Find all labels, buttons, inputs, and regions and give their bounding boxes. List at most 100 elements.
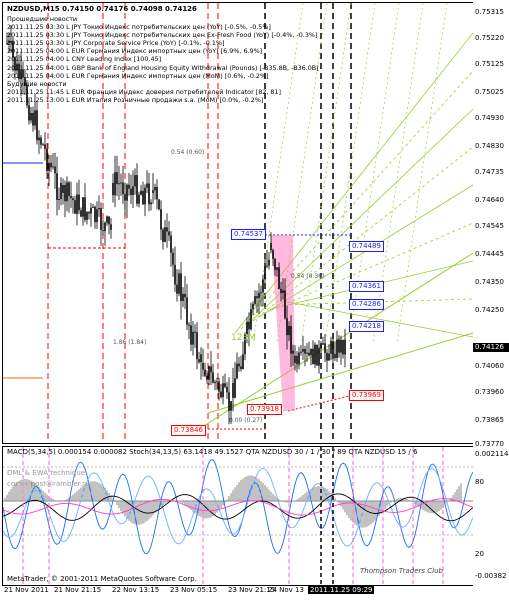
candle-body: [54, 166, 56, 174]
candle-body: [300, 351, 302, 353]
candle-body: [114, 172, 116, 196]
candle-body: [90, 207, 92, 214]
candle-body: [334, 354, 336, 358]
candle-body: [30, 112, 32, 121]
candle-body: [72, 198, 74, 201]
candle-body: [128, 184, 130, 189]
symbol-ohlc-title: NZDUSD,M15 0.74150 0.74176 0.74098 0.741…: [7, 5, 197, 13]
candle-body: [130, 188, 132, 196]
price-axis-label: 0.74930: [475, 114, 504, 122]
candle-body: [142, 190, 144, 205]
price-tag-blue[interactable]: 0.74537: [231, 229, 266, 240]
candle-body: [228, 392, 230, 411]
candle-body: [286, 318, 288, 336]
candle-body: [190, 325, 192, 345]
indicator-axis-label: 80: [475, 478, 484, 486]
candle-body: [70, 196, 72, 199]
candle-body: [276, 267, 278, 270]
candle-body: [240, 366, 242, 370]
candle-body: [120, 182, 122, 184]
candle-body: [132, 186, 134, 196]
candle-body: [68, 182, 70, 197]
candle-body: [112, 183, 114, 196]
candle-body: [154, 186, 156, 191]
candle-body: [344, 339, 346, 355]
candle-body: [226, 386, 228, 393]
indicator-title: MACD(5,34,5) 0.000154 0.000082 Stoch(34,…: [7, 448, 418, 456]
candle-body: [224, 383, 226, 387]
candle-body: [294, 355, 296, 363]
price-axis-label: 0.73770: [475, 440, 504, 448]
candle-body: [94, 206, 96, 223]
candle-body: [280, 288, 282, 293]
candle-body: [134, 175, 136, 187]
price-axis[interactable]: 0.75315 0.75220 0.75125 0.75025 0.74930 …: [473, 0, 509, 600]
news-line: Прошедшие новости: [7, 15, 78, 23]
candle-body: [48, 162, 50, 171]
price-tag-red[interactable]: 0.73969: [349, 390, 384, 401]
fib-time-line: [396, 3, 448, 344]
price-axis-label: 0.74350: [475, 278, 504, 286]
candle-body: [242, 354, 244, 370]
time-axis[interactable]: 21 Nov 2011 21 Nov 21:15 22 Nov 13:15 23…: [0, 586, 509, 600]
candle-body: [326, 352, 328, 361]
price-tag-blue[interactable]: 0.74361: [349, 281, 384, 292]
price-tag-red[interactable]: 0.73846: [171, 425, 206, 436]
candle-body: [328, 353, 330, 361]
candle-body: [274, 258, 276, 270]
candle-body: [118, 183, 120, 185]
candle-body: [252, 303, 254, 310]
candle-body: [312, 348, 314, 365]
candle-body: [232, 383, 234, 398]
candle-body: [102, 230, 104, 232]
candle-body: [166, 227, 168, 232]
candle-body: [164, 227, 166, 242]
candle-body: [210, 366, 212, 373]
candle-body: [160, 209, 162, 230]
current-time-label: 2011.11.25 09:29: [308, 586, 375, 594]
candle-body: [38, 137, 40, 141]
candle-body: [146, 183, 148, 188]
candle-body: [60, 183, 62, 199]
time-axis-label: 21 Nov 2011: [4, 586, 49, 594]
news-line: 2011.11.25 04:00 L EUR Германия Индекс и…: [7, 47, 263, 56]
price-axis-label: 0.74445: [475, 250, 504, 258]
candle-body: [238, 363, 240, 367]
candle-body: [324, 343, 326, 353]
price-tag-blue[interactable]: 0.74218: [349, 321, 384, 332]
copyright-text: MetaTrader, © 2001-2011 MetaQuotes Softw…: [7, 575, 197, 583]
candle-body: [180, 273, 182, 301]
price-tag-blue[interactable]: 0.74489: [349, 241, 384, 252]
candle-body: [74, 200, 76, 214]
news-list: Прошедшие новости 2011.11.25 03:30 L JPY…: [7, 15, 319, 104]
candle-body: [186, 297, 188, 325]
fib-ratio-label: 1.86 (1.84): [113, 339, 147, 346]
candle-body: [58, 198, 60, 200]
news-line: 2011.11.25 03:30 L JPY Токио Индекс потр…: [7, 23, 271, 32]
wave-label: 123M: [231, 333, 256, 343]
candle-body: [236, 363, 238, 379]
candle-body: [80, 210, 82, 217]
main-price-chart[interactable]: NZDUSD,M15 0.74150 0.74176 0.74098 0.741…: [2, 2, 474, 444]
candle-body: [234, 378, 236, 398]
price-axis-label: 0.74060: [475, 362, 504, 370]
price-axis-label: 0.73865: [475, 416, 504, 424]
price-tag-red[interactable]: 0.73918: [247, 404, 282, 415]
candle-body: [106, 216, 108, 223]
candle-body: [212, 372, 214, 383]
indicator-subwindow[interactable]: MACD(5,34,5) 0.000154 0.000082 Stoch(34,…: [2, 446, 474, 586]
candle-body: [290, 325, 292, 354]
indicator-axis-label: 0.002114: [475, 450, 509, 458]
candle-body: [36, 110, 38, 141]
candle-body: [46, 148, 48, 171]
candle-body: [320, 344, 322, 348]
price-axis-label: 0.74735: [475, 168, 504, 176]
price-tag-blue[interactable]: 0.74286: [349, 299, 384, 310]
watermark-logo: Thompson Traders Club: [360, 567, 443, 575]
candle-body: [288, 325, 290, 336]
candle-body: [270, 243, 272, 251]
candle-body: [258, 292, 260, 299]
news-line: 2011.11.25 03:30 L JPY Corporate Service…: [7, 39, 225, 48]
candle-body: [174, 264, 176, 285]
candle-body: [296, 355, 298, 365]
